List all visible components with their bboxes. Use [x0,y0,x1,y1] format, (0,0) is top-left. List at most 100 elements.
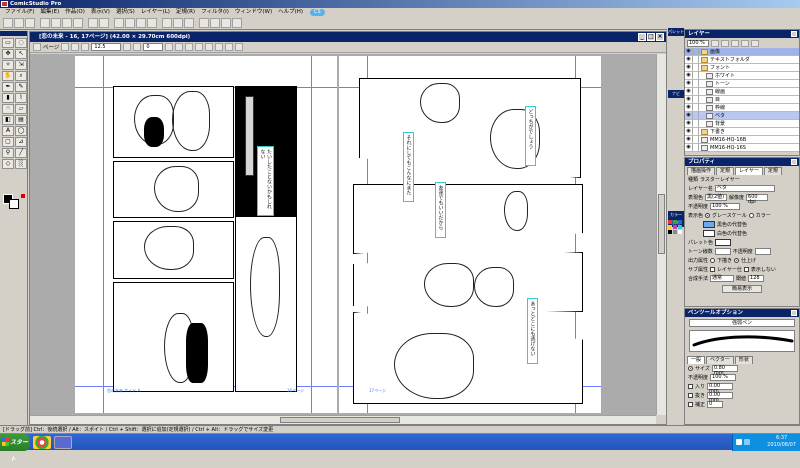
magic-wand-icon[interactable]: ✧ [2,60,14,70]
reset-view-icon[interactable] [175,43,184,51]
dock-tab-palette[interactable]: パレット [668,28,684,36]
vertical-scrollbar[interactable] [656,54,666,415]
grid-snap-icon[interactable] [215,43,224,51]
layer-group-header[interactable]: ◉ 画像 [685,48,799,56]
rotate-left-icon[interactable] [123,43,132,51]
lock-icon[interactable] [693,88,699,95]
zoom-out-icon[interactable] [173,18,183,28]
color-grid[interactable] [668,220,683,250]
simple-view-button[interactable]: 簡易表示 [722,285,762,293]
eye-icon[interactable]: ◉ [685,80,693,87]
new-file-icon[interactable] [3,18,13,28]
out-checkbox[interactable] [688,393,693,398]
menu-select[interactable]: 選択(S) [113,8,138,17]
lock-icon[interactable] [693,120,699,127]
network-icon[interactable] [736,439,742,445]
in-field[interactable]: 0.00 mm [707,383,734,394]
background-color[interactable] [9,199,19,209]
tab-layer[interactable]: レイヤー [735,167,763,175]
line-tool-icon[interactable]: ╱ [15,148,27,158]
close-icon[interactable] [791,310,797,316]
lock-icon[interactable] [693,96,699,103]
eye-icon[interactable]: ◉ [685,56,693,63]
dock-tab-color[interactable]: カラー [668,211,684,219]
eye-icon[interactable]: ◉ [685,104,693,111]
eye-icon[interactable]: ◉ [685,88,693,95]
maximize-icon[interactable]: □ [647,33,655,41]
actual-size-icon[interactable] [195,43,204,51]
fill-tool-icon[interactable]: ◧ [2,115,14,125]
deselect-icon[interactable] [147,18,157,28]
swap-color-icon[interactable] [21,194,25,198]
resolution-field[interactable]: 600 dpi [746,194,769,205]
layer-opacity-field[interactable]: 100 % [687,39,709,47]
tab-draw-ops[interactable]: 描画操作 [687,167,716,175]
canvas-area[interactable]: たいしたことないかもしれない 恋の未来 サイド A 16ページ どっちがでしょう… [30,54,656,415]
lock-icon[interactable] [693,64,699,71]
layer-row[interactable]: ◉ MM16-HQ-16B [685,136,799,144]
layer-new-icon[interactable] [114,18,124,28]
layer-name-field[interactable]: ベタ [714,185,775,192]
eraser-tool-icon[interactable]: ▱ [15,104,27,114]
layer-row[interactable]: ◉ ホワイト [685,72,799,80]
close-icon[interactable] [791,31,797,37]
close-icon[interactable]: × [656,33,664,41]
sub-layer-checkbox[interactable] [710,267,716,272]
layer-row[interactable]: ◉ ベタ [685,112,799,120]
lock-icon[interactable] [693,112,699,119]
hand-tool-icon[interactable]: ✋ [2,71,14,81]
transform-icon[interactable] [136,18,146,28]
frame-tool-icon[interactable]: ▢ [2,137,14,147]
hide-checkbox[interactable] [743,267,749,272]
fit-icon[interactable] [185,43,194,51]
page-next-icon[interactable] [71,43,80,51]
guide-snap-icon[interactable] [225,43,234,51]
lock-icon[interactable] [693,80,699,87]
tone-opacity-field[interactable] [754,248,771,255]
zoom-preset-icon[interactable] [81,43,90,51]
ruler-tool-icon[interactable]: ⊿ [15,137,27,147]
speech-bubble[interactable]: あっとどこにも逃げない [527,298,538,364]
layer-row[interactable]: ◉ 線画 [685,88,799,96]
speech-bubble[interactable]: たいしたことないかもしれない [257,146,274,216]
volume-icon[interactable] [744,439,750,445]
pen-tool-icon[interactable]: ✒ [2,82,14,92]
output-final-radio[interactable] [734,258,740,263]
flip-icon[interactable] [165,43,174,51]
eye-icon[interactable]: ◉ [685,96,693,103]
open-file-icon[interactable] [14,18,24,28]
zoom-in-icon[interactable] [162,18,172,28]
speech-bubble[interactable]: 友達でもいいだから [435,182,446,238]
ruler-icon[interactable] [199,18,209,28]
layer-row[interactable]: ◉ テキストフォルダ [685,56,799,64]
lock-icon[interactable] [693,56,699,63]
eye-icon[interactable]: ◉ [685,120,693,127]
color-radio[interactable] [748,213,754,218]
layer-row[interactable]: ◉ フォント [685,64,799,72]
opacity-field[interactable]: 100 % [710,203,741,210]
menu-view[interactable]: 表示(V) [88,8,113,17]
selection-tool-icon[interactable]: ▭ [2,38,14,48]
eye-icon[interactable]: ◉ [685,72,693,79]
tone-lines-field[interactable] [714,248,731,255]
white-alt-color[interactable] [703,230,715,237]
tone-tool-icon[interactable]: ░ [15,159,27,169]
ruler-snap-icon[interactable] [205,43,214,51]
size-field[interactable]: 0.80 mm [711,365,738,376]
page-view-icon[interactable] [33,43,41,51]
menu-window[interactable]: ウィンドウ(W) [232,8,275,17]
speech-bubble[interactable]: どっちがでしょう [525,106,536,166]
tab-ruler-2[interactable]: 定規 [763,167,782,175]
layer-move-icon[interactable]: ⇲ [15,60,27,70]
layer-delete-icon[interactable] [125,18,135,28]
tone-preview-icon[interactable] [235,43,244,51]
layer-row[interactable]: ◉ MM16-HQ-16S [685,144,799,152]
tab-vector[interactable]: ベクター [706,356,734,364]
menu-edit[interactable]: 編集(E) [37,8,62,17]
eyedropper-tool-icon[interactable]: ⚲ [2,148,14,158]
zoom-field[interactable]: 12.5 [91,43,122,51]
eye-icon[interactable]: ◉ [685,64,693,71]
eye-icon[interactable]: ◉ [685,48,693,55]
close-icon[interactable] [791,159,797,165]
scroll-thumb[interactable] [658,194,665,254]
